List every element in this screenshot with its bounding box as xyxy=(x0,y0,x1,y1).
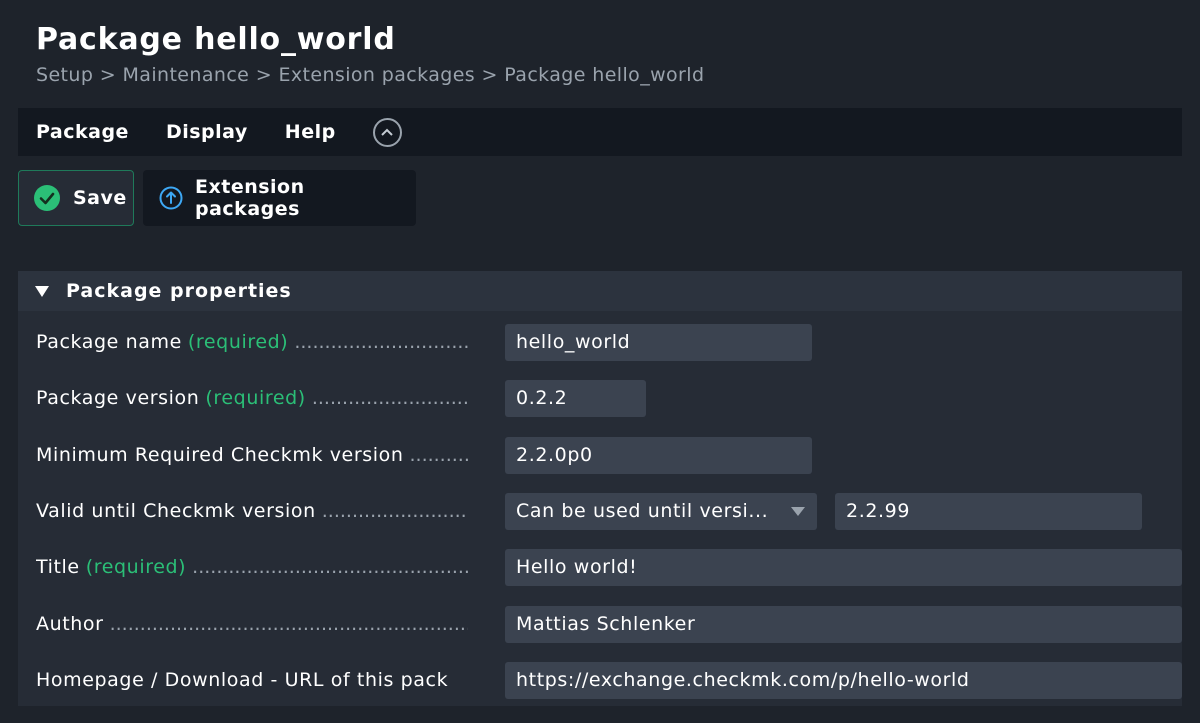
page-title: Package hello_world xyxy=(36,22,396,57)
homepage-label: Homepage / Download - URL of this pack xyxy=(36,660,468,700)
label-dots: ........................................… xyxy=(294,331,468,353)
package-name-input[interactable]: hello_world xyxy=(505,324,812,361)
valid-until-select-value: Can be used until versi... xyxy=(516,500,769,522)
label-dots: ........................................… xyxy=(109,613,468,635)
author-input[interactable]: Mattias Schlenker xyxy=(505,606,1182,643)
section-title: Package properties xyxy=(66,280,292,302)
arrow-up-circle-icon xyxy=(159,186,183,210)
required-marker: (required) xyxy=(205,387,306,409)
valid-until-select[interactable]: Can be used until versi... xyxy=(505,493,817,530)
chevron-down-icon xyxy=(791,507,805,516)
form-row-min-version: Minimum Required Checkmk version........… xyxy=(18,435,1182,475)
valid-until-version-input[interactable]: 2.2.99 xyxy=(835,493,1142,530)
homepage-input[interactable]: https://exchange.checkmk.com/p/hello-wor… xyxy=(505,662,1182,699)
form-row-package-name: Package name (required)..................… xyxy=(18,322,1182,362)
menu-display[interactable]: Display xyxy=(166,121,248,143)
label-text: Homepage / Download - URL of this pack xyxy=(36,669,449,691)
label-text: Author xyxy=(36,613,104,635)
package-properties-section: Package properties Package name (required… xyxy=(18,271,1182,706)
label-text: Package name xyxy=(36,331,182,353)
triangle-down-icon xyxy=(34,284,50,298)
author-label: Author..................................… xyxy=(36,604,468,644)
label-dots: ........................................… xyxy=(409,444,468,466)
valid-until-label: Valid until Checkmk version.............… xyxy=(36,491,468,531)
package-name-label: Package name (required)..................… xyxy=(36,322,468,362)
form-row-homepage: Homepage / Download - URL of this pack h… xyxy=(18,660,1182,700)
required-marker: (required) xyxy=(85,556,187,578)
min-version-label: Minimum Required Checkmk version........… xyxy=(36,435,468,475)
chevron-up-circle-icon[interactable] xyxy=(372,117,402,147)
min-version-input[interactable]: 2.2.0p0 xyxy=(505,437,812,474)
package-version-label: Package version (required)...............… xyxy=(36,378,468,418)
save-button[interactable]: Save xyxy=(18,170,134,226)
form-row-package-version: Package version (required)...............… xyxy=(18,378,1182,418)
title-label: Title (required).........................… xyxy=(36,547,468,587)
form-row-valid-until: Valid until Checkmk version.............… xyxy=(18,491,1182,531)
form-row-title: Title (required).........................… xyxy=(18,547,1182,587)
label-text: Package version xyxy=(36,387,200,409)
required-marker: (required) xyxy=(187,331,289,353)
save-button-label: Save xyxy=(73,187,127,209)
check-circle-icon xyxy=(33,184,61,212)
label-dots: ........................................… xyxy=(192,556,468,578)
label-text: Title xyxy=(36,556,80,578)
menu-help[interactable]: Help xyxy=(285,121,336,143)
label-text: Valid until Checkmk version xyxy=(36,500,316,522)
section-header[interactable]: Package properties xyxy=(18,271,1182,311)
title-input[interactable]: Hello world! xyxy=(505,549,1182,586)
breadcrumb[interactable]: Setup > Maintenance > Extension packages… xyxy=(36,60,704,90)
page-header: Package hello_world Setup > Maintenance … xyxy=(36,20,704,90)
label-dots: ........................................… xyxy=(311,387,468,409)
extension-packages-label: Extension packages xyxy=(195,176,305,220)
package-version-input[interactable]: 0.2.2 xyxy=(505,380,646,417)
label-dots: ........................................… xyxy=(321,500,468,522)
menu-package[interactable]: Package xyxy=(36,121,129,143)
extension-packages-button[interactable]: Extension packages xyxy=(143,170,416,226)
label-text: Minimum Required Checkmk version xyxy=(36,444,404,466)
menu-bar: Package Display Help xyxy=(18,108,1182,156)
form-row-author: Author..................................… xyxy=(18,604,1182,644)
